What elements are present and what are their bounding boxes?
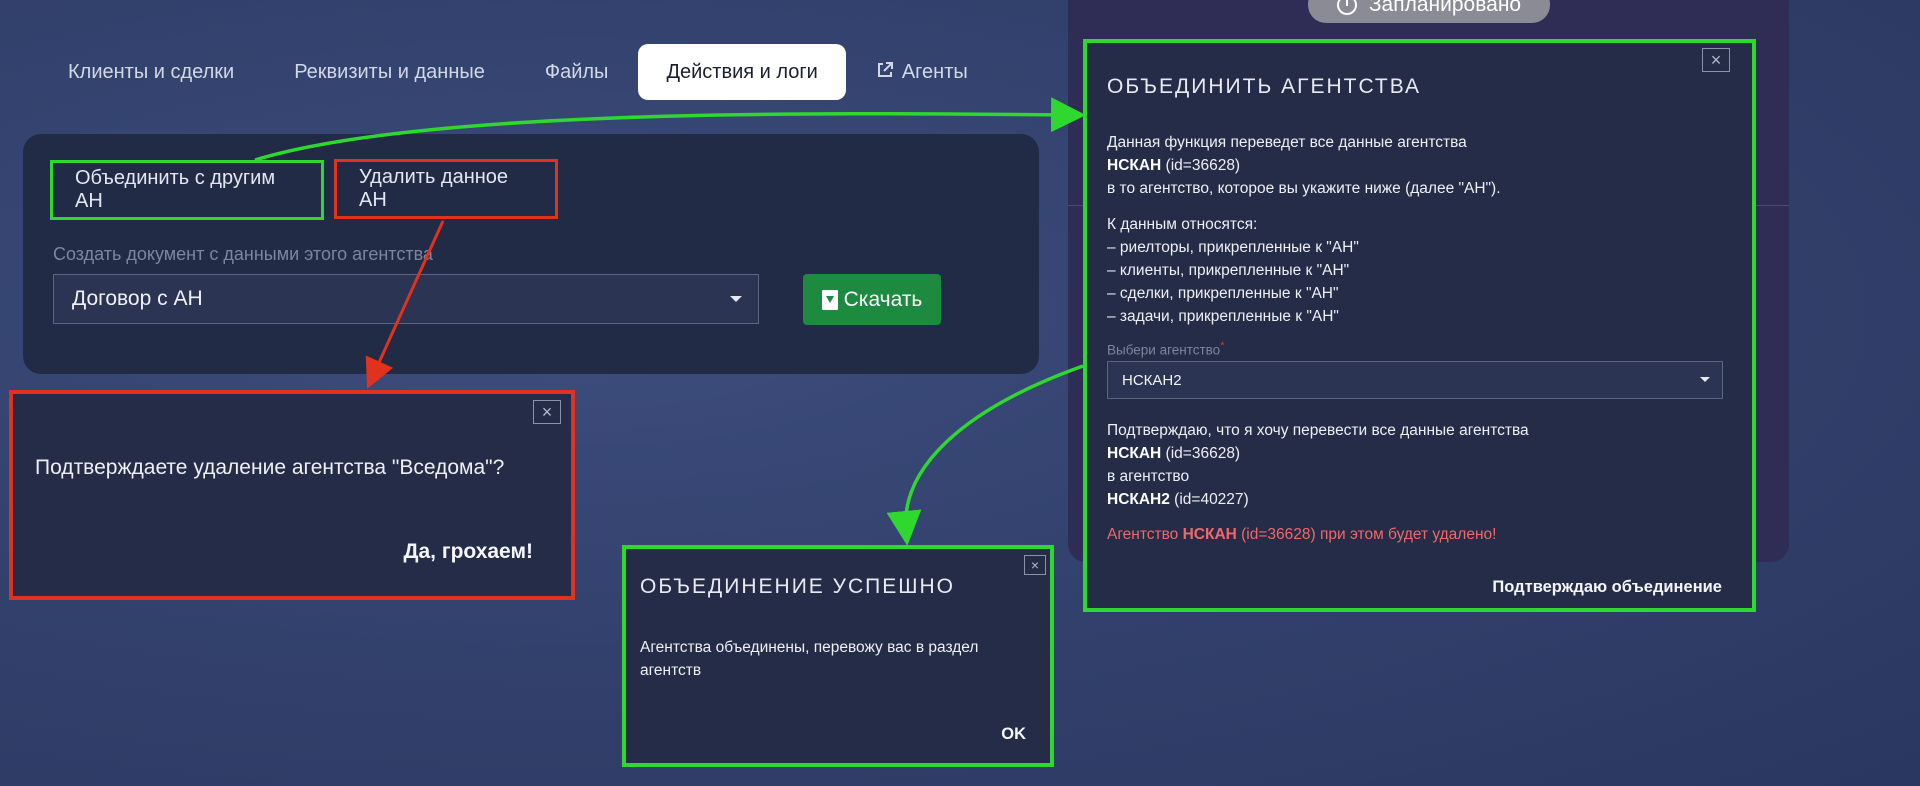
confirm-text: Подтверждаю, что я хочу перевести все да… bbox=[1107, 419, 1529, 511]
select-agency-label-text: Выбери агентство bbox=[1107, 342, 1221, 358]
success-message: Агентства объединены, перевожу вас в раз… bbox=[640, 639, 979, 679]
target-agency-name: НСКАН2 bbox=[1107, 491, 1170, 508]
dialog-title: ОБЪЕДИНИТЬ АГЕНТСТВА bbox=[1107, 75, 1422, 98]
intro-line-1: Данная функция переведет все данные аген… bbox=[1107, 134, 1467, 151]
tab-files[interactable]: Файлы bbox=[517, 44, 637, 100]
tab-agents[interactable]: Агенты bbox=[846, 44, 996, 100]
confirm-line-1: Подтверждаю, что я хочу перевести все да… bbox=[1107, 422, 1529, 439]
target-agency-id: (id=40227) bbox=[1169, 491, 1249, 508]
list-item: – клиенты, прикрепленные к "АН" bbox=[1107, 262, 1350, 279]
list-item: – задачи, прикрепленные к "АН" bbox=[1107, 308, 1339, 325]
intro-line-2: НСКАН (id=36628) bbox=[1107, 154, 1501, 177]
close-icon[interactable]: × bbox=[1702, 48, 1730, 72]
delete-agency-button[interactable]: Удалить данное АН bbox=[334, 159, 558, 219]
deletion-warning: Агентство НСКАН (id=36628) при этом буде… bbox=[1107, 526, 1496, 544]
merge-agencies-dialog: × ОБЪЕДИНИТЬ АГЕНТСТВА Данная функция пе… bbox=[1083, 39, 1756, 612]
close-glyph: × bbox=[1710, 50, 1722, 70]
clock-icon bbox=[1336, 0, 1357, 15]
merge-agency-button[interactable]: Объединить с другим АН bbox=[50, 160, 324, 220]
download-button[interactable]: Скачать bbox=[803, 274, 941, 325]
required-marker: * bbox=[1220, 340, 1225, 352]
source-agency-id: (id=36628) bbox=[1161, 445, 1241, 462]
intro-text: Данная функция переведет все данные аген… bbox=[1107, 131, 1501, 200]
close-icon[interactable]: × bbox=[533, 400, 561, 424]
agency-select-value: НСКАН2 bbox=[1122, 371, 1182, 389]
status-pill-label: Запланировано bbox=[1368, 0, 1522, 16]
download-button-label: Скачать bbox=[843, 287, 923, 311]
warning-agency-name: НСКАН bbox=[1182, 526, 1237, 543]
status-pill: Запланировано bbox=[1308, 0, 1550, 23]
delete-agency-button-label: Удалить данное АН bbox=[359, 166, 509, 211]
confirm-line-2: НСКАН (id=36628) bbox=[1107, 442, 1529, 465]
tab-clients-deals[interactable]: Клиенты и сделки bbox=[40, 44, 262, 100]
tab-actions-logs[interactable]: Действия и логи bbox=[638, 44, 846, 100]
close-icon[interactable]: × bbox=[1024, 555, 1046, 575]
tab-label: Агенты bbox=[901, 60, 968, 83]
tab-label: Реквизиты и данные bbox=[294, 60, 485, 83]
delete-question: Подтверждаете удаление агентства "Вседом… bbox=[35, 456, 505, 479]
confirm-delete-button[interactable]: Да, грохаем! bbox=[404, 540, 533, 564]
arrow-confirm-to-success bbox=[886, 364, 1084, 546]
warning-suffix: (id=36628) при этом будет удалено! bbox=[1236, 526, 1497, 543]
dialog-title: ОБЪЕДИНЕНИЕ УСПЕШНО bbox=[640, 575, 955, 598]
caret-down-icon bbox=[730, 296, 742, 302]
confirm-line-4: НСКАН2 (id=40227) bbox=[1107, 488, 1529, 511]
delete-confirm-dialog: × Подтверждаете удаление агентства "Всед… bbox=[9, 390, 575, 600]
warning-prefix: Агентство bbox=[1107, 526, 1183, 543]
source-agency-id: (id=36628) bbox=[1161, 157, 1241, 174]
agency-select[interactable]: НСКАН2 bbox=[1107, 361, 1723, 399]
close-glyph: × bbox=[1030, 557, 1040, 573]
data-list: К данным относятся: – риелторы, прикрепл… bbox=[1107, 213, 1359, 328]
document-select-value: Договор с АН bbox=[72, 287, 203, 310]
external-link-icon bbox=[876, 61, 894, 84]
list-item: – сделки, прикрепленные к "АН" bbox=[1107, 285, 1339, 302]
tab-label: Действия и логи bbox=[666, 60, 818, 83]
tab-label: Клиенты и сделки bbox=[68, 60, 235, 83]
source-agency-name: НСКАН bbox=[1107, 445, 1162, 462]
merge-agency-button-label: Объединить с другим АН bbox=[75, 167, 276, 212]
data-list-header: К данным относятся: bbox=[1107, 216, 1258, 233]
confirm-line-3: в агентство bbox=[1107, 468, 1190, 485]
create-document-label: Создать документ с данными этого агентст… bbox=[53, 244, 433, 264]
merge-success-dialog: × ОБЪЕДИНЕНИЕ УСПЕШНО Агентства объедине… bbox=[622, 545, 1054, 767]
caret-down-icon bbox=[1700, 377, 1710, 382]
download-file-icon bbox=[821, 289, 838, 310]
close-glyph: × bbox=[541, 402, 553, 422]
select-agency-label: Выбери агентство* bbox=[1107, 340, 1224, 358]
tab-bar: Клиенты и сделки Реквизиты и данные Файл… bbox=[40, 44, 996, 100]
intro-line-3: в то агентство, которое вы укажите ниже … bbox=[1107, 180, 1501, 197]
confirm-merge-button[interactable]: Подтверждаю объединение bbox=[1492, 578, 1722, 597]
source-agency-name: НСКАН bbox=[1107, 157, 1162, 174]
ok-button[interactable]: OK bbox=[1001, 725, 1026, 744]
tab-label: Файлы bbox=[544, 60, 609, 83]
tab-requisites[interactable]: Реквизиты и данные bbox=[266, 44, 513, 100]
list-item: – риелторы, прикрепленные к "АН" bbox=[1107, 239, 1359, 256]
document-select[interactable]: Договор с АН bbox=[53, 274, 759, 324]
